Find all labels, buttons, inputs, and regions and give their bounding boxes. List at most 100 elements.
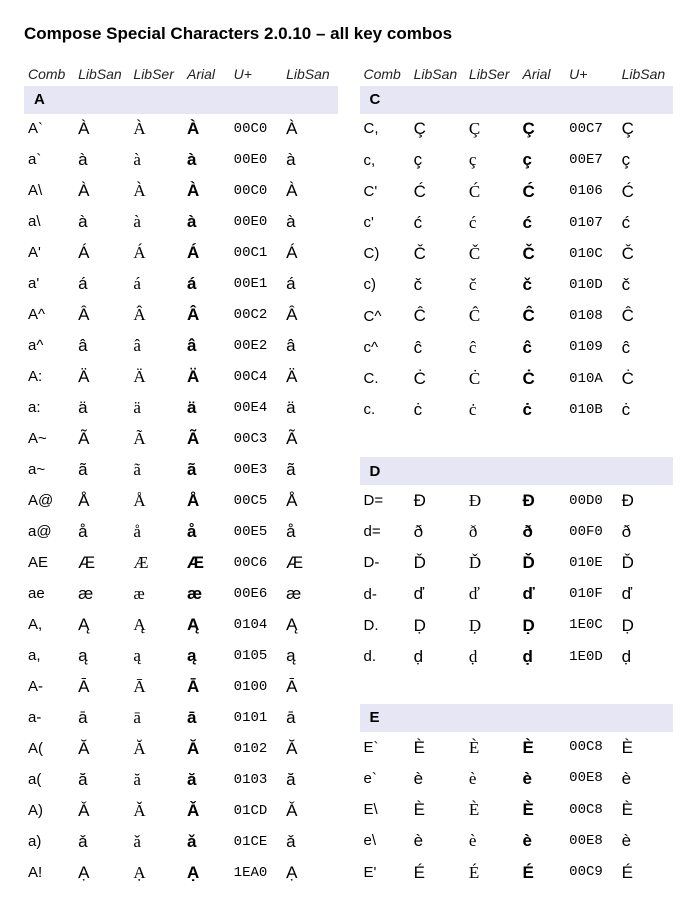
cell-libser: Â bbox=[129, 299, 183, 330]
cell-libsan2: ð bbox=[618, 516, 673, 547]
cell-libser: ą bbox=[129, 640, 183, 671]
cell-libser: Ą bbox=[129, 609, 183, 640]
cell-libser: ð bbox=[465, 516, 519, 547]
cell-libsan2: Ạ bbox=[282, 857, 337, 888]
cell-comb: a- bbox=[24, 702, 74, 733]
cell-comb: d- bbox=[360, 579, 410, 610]
table-row: A@ÅÅÅ00C5Å bbox=[24, 485, 338, 516]
cell-libser: à bbox=[129, 206, 183, 237]
table-row: A,ĄĄĄ0104Ą bbox=[24, 609, 338, 640]
cell-libser: ǎ bbox=[129, 826, 183, 857]
cell-libser: Ǎ bbox=[129, 795, 183, 826]
cell-arial: ď bbox=[519, 579, 566, 610]
col-header: LibSer bbox=[465, 62, 519, 86]
cell-libsan2: ǎ bbox=[282, 826, 337, 857]
cell-codepoint: 010E bbox=[565, 547, 617, 578]
cell-libsan2: à bbox=[282, 206, 337, 237]
cell-codepoint: 0104 bbox=[230, 609, 282, 640]
table-row: a'ááá00E1á bbox=[24, 268, 338, 299]
cell-codepoint: 00C4 bbox=[230, 361, 282, 392]
cell-arial: ć bbox=[519, 207, 566, 238]
cell-libser: Ď bbox=[465, 547, 519, 578]
cell-arial: Ç bbox=[519, 114, 566, 145]
cell-comb: D- bbox=[360, 547, 410, 578]
cell-codepoint: 010A bbox=[565, 363, 617, 394]
tables-wrap: CombLibSanLibSerArialU+LibSanAA`ÀÀÀ00C0À… bbox=[24, 62, 673, 889]
col-header: Arial bbox=[519, 62, 566, 86]
table-row: E'ÉÉÉ00C9É bbox=[360, 857, 674, 889]
table-row: aeæææ00E6æ bbox=[24, 578, 338, 609]
cell-libser: ä bbox=[129, 392, 183, 423]
cell-libsan: Đ bbox=[410, 485, 465, 516]
cell-libsan2: Ä bbox=[282, 361, 337, 392]
cell-libsan2: æ bbox=[282, 578, 337, 609]
cell-libsan2: è bbox=[618, 825, 673, 856]
cell-libsan2: ċ bbox=[618, 394, 673, 425]
cell-libsan: Ǎ bbox=[74, 795, 129, 826]
group-label: A bbox=[24, 86, 74, 114]
cell-comb: E' bbox=[360, 857, 410, 889]
cell-libsan: à bbox=[74, 206, 129, 237]
cell-comb: a~ bbox=[24, 454, 74, 485]
cell-libsan2: Â bbox=[282, 299, 337, 330]
table-row: AEÆÆÆ00C6Æ bbox=[24, 547, 338, 578]
cell-arial: Ã bbox=[183, 423, 230, 454]
cell-arial: Ċ bbox=[519, 363, 566, 394]
table-row: D-ĎĎĎ010EĎ bbox=[360, 547, 674, 578]
cell-codepoint: 00E8 bbox=[565, 825, 617, 856]
cell-arial: á bbox=[183, 268, 230, 299]
group-row: A bbox=[24, 86, 338, 114]
cell-codepoint: 0101 bbox=[230, 702, 282, 733]
cell-codepoint: 00C8 bbox=[565, 732, 617, 763]
cell-libser: É bbox=[465, 857, 519, 889]
cell-codepoint: 00E0 bbox=[230, 144, 282, 175]
cell-libsan: Ç bbox=[410, 114, 465, 145]
cell-libsan: Â bbox=[74, 299, 129, 330]
cell-arial: č bbox=[519, 269, 566, 300]
cell-libsan: Ĉ bbox=[410, 301, 465, 332]
cell-comb: a\ bbox=[24, 206, 74, 237]
table-row: a`ààà00E0à bbox=[24, 144, 338, 175]
cell-codepoint: 00C0 bbox=[230, 114, 282, 145]
cell-libsan: ä bbox=[74, 392, 129, 423]
cell-libsan2: Ċ bbox=[618, 363, 673, 394]
cell-libsan: à bbox=[74, 144, 129, 175]
cell-libser: Ã bbox=[129, 423, 183, 454]
cell-libsan: å bbox=[74, 516, 129, 547]
cell-libsan2: ď bbox=[618, 579, 673, 610]
cell-arial: å bbox=[183, 516, 230, 547]
cell-libser: Ç bbox=[465, 114, 519, 145]
cell-codepoint: 00F0 bbox=[565, 516, 617, 547]
cell-codepoint: 00C6 bbox=[230, 547, 282, 578]
cell-libsan: À bbox=[74, 114, 129, 145]
col-header: LibSan bbox=[74, 62, 129, 86]
cell-libsan2: È bbox=[618, 794, 673, 825]
cell-codepoint: 00E7 bbox=[565, 145, 617, 176]
cell-codepoint: 0109 bbox=[565, 332, 617, 363]
cell-libsan: ð bbox=[410, 516, 465, 547]
cell-libser: å bbox=[129, 516, 183, 547]
col-header: U+ bbox=[565, 62, 617, 86]
cell-arial: Ä bbox=[183, 361, 230, 392]
cell-codepoint: 010C bbox=[565, 238, 617, 269]
cell-libser: Æ bbox=[129, 547, 183, 578]
cell-libsan2: À bbox=[282, 114, 337, 145]
col-header: LibSan bbox=[282, 62, 337, 86]
cell-libser: Đ bbox=[465, 485, 519, 516]
cell-codepoint: 010B bbox=[565, 394, 617, 425]
cell-arial: ð bbox=[519, 516, 566, 547]
cell-codepoint: 00C1 bbox=[230, 237, 282, 268]
cell-codepoint: 0105 bbox=[230, 640, 282, 671]
cell-libsan: Ď bbox=[410, 547, 465, 578]
cell-libsan2: ã bbox=[282, 454, 337, 485]
table-row: a-āāā0101ā bbox=[24, 702, 338, 733]
cell-libser: Ạ bbox=[129, 857, 183, 888]
cell-libsan: è bbox=[410, 825, 465, 856]
cell-codepoint: 00C2 bbox=[230, 299, 282, 330]
combos-table-left: CombLibSanLibSerArialU+LibSanAA`ÀÀÀ00C0À… bbox=[24, 62, 338, 889]
cell-libser: ă bbox=[129, 764, 183, 795]
cell-libsan2: á bbox=[282, 268, 337, 299]
cell-comb: c, bbox=[360, 145, 410, 176]
table-row: c)ččč010Dč bbox=[360, 269, 674, 300]
cell-libser: č bbox=[465, 269, 519, 300]
